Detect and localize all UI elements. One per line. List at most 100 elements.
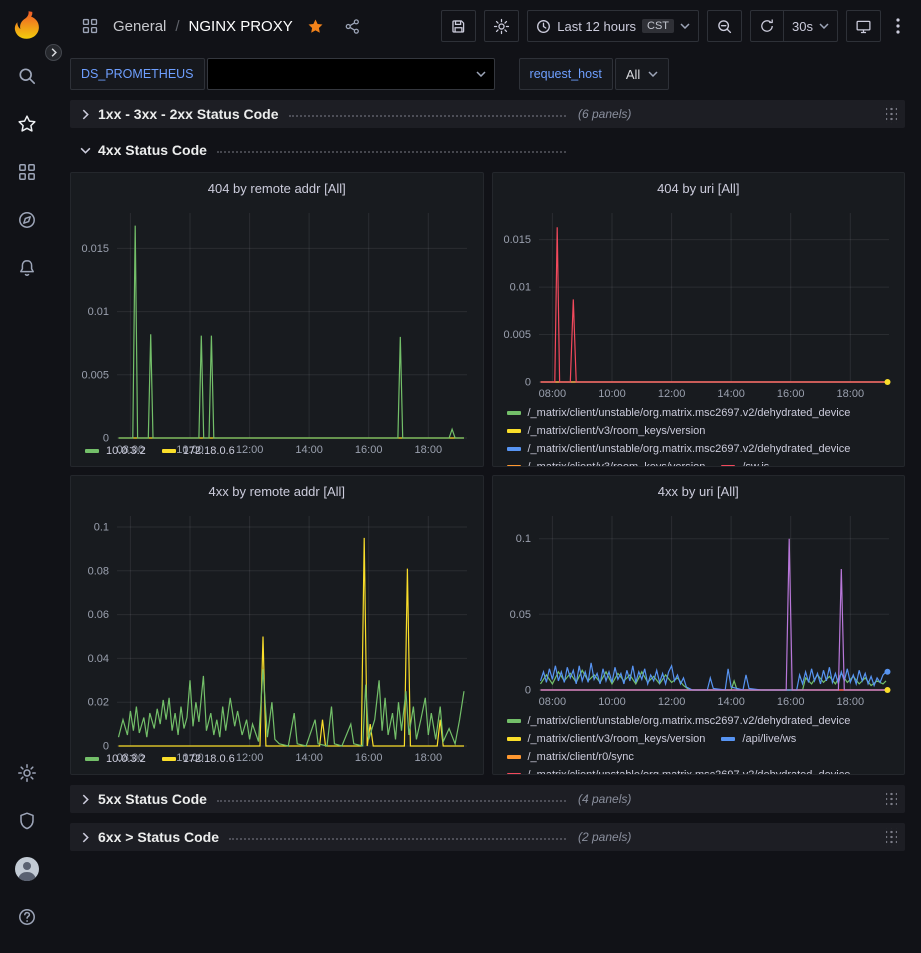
bell-icon — [17, 258, 37, 278]
row-title: 4xx Status Code — [98, 142, 207, 158]
panel-title-text: 404 by remote addr [All] — [208, 181, 346, 196]
dashboard-row-4xx[interactable]: 4xx Status Code — [70, 136, 905, 164]
legend-item[interactable]: 10.0.3.2 — [85, 442, 146, 460]
svg-text:10:00: 10:00 — [598, 696, 626, 708]
timeseries-chart[interactable]: 00.050.108:0010:0012:0014:0016:0018:00 — [493, 506, 905, 710]
monitor-icon — [855, 18, 872, 35]
legend-item[interactable]: /_matrix/client/unstable/org.matrix.msc2… — [507, 766, 851, 774]
panel-header[interactable]: 4xx by remote addr [All] — [71, 476, 483, 506]
legend-item[interactable]: 172.18.0.6 — [162, 750, 235, 768]
chevron-down-icon — [680, 23, 690, 29]
sidebar-item-profile[interactable] — [7, 845, 47, 893]
svg-text:12:00: 12:00 — [657, 696, 685, 708]
legend-item[interactable]: 172.18.0.6 — [162, 442, 235, 460]
sidebar-item-starred[interactable] — [7, 100, 47, 148]
svg-text:0: 0 — [524, 377, 530, 389]
row-panel-count: (6 panels) — [578, 107, 631, 121]
more-options-button[interactable] — [889, 10, 907, 42]
legend-label: /_matrix/client/v3/room_keys/version — [528, 730, 706, 748]
panel-header[interactable]: 4xx by uri [All] — [493, 476, 905, 506]
panel-header[interactable]: 404 by remote addr [All] — [71, 173, 483, 203]
svg-text:16:00: 16:00 — [776, 388, 804, 400]
breadcrumb-separator: / — [175, 18, 179, 35]
row-title: 5xx Status Code — [98, 791, 207, 807]
apps-grid-icon — [76, 12, 104, 40]
dashboard-settings-button[interactable] — [484, 10, 519, 42]
chevron-down-icon — [819, 23, 829, 29]
svg-text:18:00: 18:00 — [836, 388, 864, 400]
legend-item[interactable]: /_matrix/client/unstable/org.matrix.msc2… — [507, 404, 851, 422]
sidebar-item-configuration[interactable] — [7, 749, 47, 797]
legend-item[interactable]: /api/live/ws — [721, 730, 796, 748]
row-drag-handle[interactable] — [886, 828, 897, 846]
legend-item[interactable]: /_matrix/client/v3/room_keys/version — [507, 458, 706, 466]
legend-item[interactable]: /_matrix/client/unstable/org.matrix.msc2… — [507, 440, 851, 458]
svg-text:0.04: 0.04 — [88, 653, 109, 665]
legend-swatch — [85, 449, 99, 453]
variable-value-ds-prometheus[interactable] — [207, 58, 495, 90]
dashboard-row-1xx-3xx-2xx[interactable]: 1xx - 3xx - 2xx Status Code (6 panels) — [70, 100, 905, 128]
sidebar-bottom-group — [7, 749, 47, 941]
dashboard-title[interactable]: NGINX PROXY — [189, 18, 293, 35]
row-panel-count: (4 panels) — [578, 792, 631, 806]
cycle-view-mode-button[interactable] — [846, 10, 881, 42]
help-icon — [17, 907, 37, 927]
legend-swatch — [162, 757, 176, 761]
svg-text:08:00: 08:00 — [538, 388, 566, 400]
variable-value-request-host[interactable]: All — [615, 58, 669, 90]
dotted-leader — [217, 800, 566, 802]
variable-label-ds-prometheus[interactable]: DS_PROMETHEUS — [70, 58, 205, 90]
chart-legend: /_matrix/client/unstable/org.matrix.msc2… — [493, 710, 905, 774]
sidebar-item-search[interactable] — [7, 52, 47, 100]
time-range-picker[interactable]: Last 12 hours CST — [527, 10, 699, 42]
sidebar-item-help[interactable] — [7, 893, 47, 941]
variable-value-text: All — [626, 67, 640, 82]
sidebar-item-explore[interactable] — [7, 196, 47, 244]
legend-item[interactable]: /_matrix/client/unstable/org.matrix.msc2… — [507, 712, 851, 730]
panel-4xx-by-remote-addr: 4xx by remote addr [All] 00.020.040.060.… — [70, 475, 484, 775]
svg-text:14:00: 14:00 — [717, 388, 745, 400]
refresh-interval-dropdown[interactable]: 30s — [784, 10, 838, 42]
time-range-label: Last 12 hours — [557, 19, 636, 34]
breadcrumb-folder[interactable]: General — [113, 18, 166, 35]
share-button[interactable] — [339, 12, 367, 40]
grafana-logo[interactable] — [12, 10, 42, 40]
dashboard-row-5xx[interactable]: 5xx Status Code (4 panels) — [70, 785, 905, 813]
dashboard-body: 1xx - 3xx - 2xx Status Code (6 panels) 4… — [54, 96, 921, 953]
legend-item[interactable]: /_matrix/client/v3/room_keys/version — [507, 422, 706, 440]
svg-text:08:00: 08:00 — [538, 696, 566, 708]
sidebar-item-server-admin[interactable] — [7, 797, 47, 845]
svg-text:0.015: 0.015 — [81, 243, 109, 255]
row-drag-handle[interactable] — [886, 790, 897, 808]
legend-swatch — [507, 755, 521, 759]
timeseries-chart[interactable]: 00.0050.010.01508:0010:0012:0014:0016:00… — [493, 203, 905, 402]
sidebar-item-dashboards[interactable] — [7, 148, 47, 196]
save-dashboard-button[interactable] — [441, 10, 476, 42]
timeseries-chart[interactable]: 00.0050.010.01508:0010:0012:0014:0016:00… — [71, 203, 483, 440]
svg-text:0.06: 0.06 — [88, 609, 109, 621]
svg-text:0: 0 — [524, 685, 530, 697]
legend-item[interactable]: 10.0.3.2 — [85, 750, 146, 768]
avatar — [14, 856, 40, 882]
chevron-down-icon — [78, 147, 92, 154]
legend-swatch — [507, 429, 521, 433]
main-area: General / NGINX PROXY — [54, 0, 921, 953]
refresh-button-group: 30s — [750, 10, 838, 42]
sidebar-item-alerting[interactable] — [7, 244, 47, 292]
refresh-button[interactable] — [750, 10, 784, 42]
sidebar-expand-button[interactable] — [45, 44, 62, 61]
dashboard-row-6xx[interactable]: 6xx > Status Code (2 panels) — [70, 823, 905, 851]
variable-label-request-host[interactable]: request_host — [519, 58, 613, 90]
share-icon — [344, 18, 361, 35]
variables-bar: DS_PROMETHEUS request_host All — [54, 52, 921, 96]
timeseries-chart[interactable]: 00.020.040.060.080.108:0010:0012:0014:00… — [71, 506, 483, 748]
legend-item[interactable]: /_matrix/client/v3/room_keys/version — [507, 730, 706, 748]
legend-item[interactable]: /_matrix/client/r0/sync — [507, 748, 634, 766]
zoom-out-time-button[interactable] — [707, 10, 742, 42]
legend-item[interactable]: /sw.js — [721, 458, 769, 466]
legend-swatch — [507, 447, 521, 451]
favorite-star-button[interactable] — [302, 12, 330, 40]
row-drag-handle[interactable] — [886, 105, 897, 123]
star-icon — [17, 114, 37, 134]
panel-header[interactable]: 404 by uri [All] — [493, 173, 905, 203]
